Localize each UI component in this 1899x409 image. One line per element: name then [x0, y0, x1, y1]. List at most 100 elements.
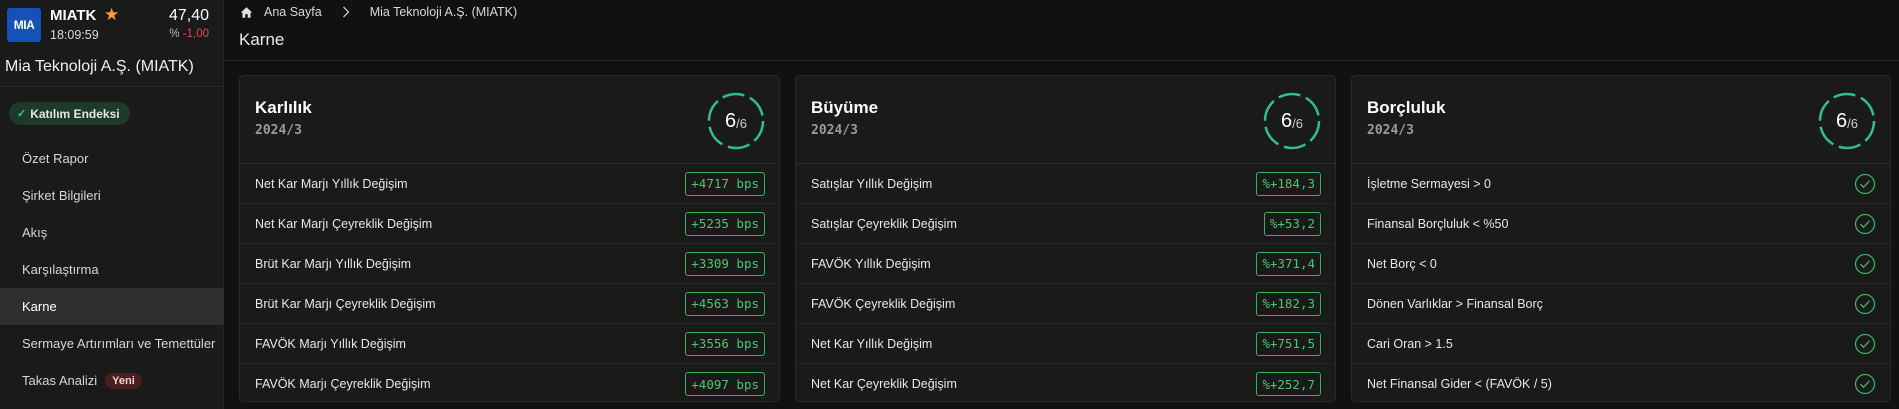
- metric-row: Net Kar Marjı Çeyreklik Değişim +5235 bps: [240, 204, 779, 244]
- metric-row: FAVÖK Marjı Yıllık Değişim +3556 bps: [240, 324, 779, 364]
- card-borcluluk: Borçluluk 2024/3 6/6 İşletme Sermayesi >…: [1351, 75, 1891, 402]
- metric-value: +4097 bps: [685, 372, 765, 396]
- metric-value: +4717 bps: [685, 171, 765, 196]
- metric-label: Net Kar Marjı Yıllık Değişim: [255, 176, 408, 191]
- sidebar: MIA MIATK ★ 18:09:59 47,40 % -1,00 Mia T…: [0, 0, 224, 409]
- check-circle-icon: [1854, 253, 1876, 274]
- score-ring: 6/6: [706, 91, 766, 151]
- criteria-row: Net Borç < 0: [1352, 244, 1890, 284]
- metric-value: %+371,4: [1256, 251, 1321, 276]
- sidebar-item-label: Karşılaştırma: [22, 262, 99, 277]
- criteria-row: İşletme Sermayesi > 0: [1352, 164, 1890, 204]
- metric-row: Net Kar Marjı Yıllık Değişim +4717 bps: [240, 164, 779, 204]
- last-update-time: 18:09:59: [50, 28, 99, 42]
- metric-row: Net Kar Çeyreklik Değişim %+252,7: [796, 364, 1335, 401]
- chevron-right-icon: [342, 6, 350, 18]
- metric-row: Brüt Kar Marjı Çeyreklik Değişim +4563 bp…: [240, 284, 779, 324]
- price-change: % -1,00: [169, 28, 209, 40]
- criteria-row: Net Finansal Gider < (FAVÖK / 5): [1352, 364, 1890, 401]
- home-icon[interactable]: [240, 6, 253, 19]
- metric-value: %+252,7: [1256, 372, 1321, 396]
- sidebar-item-takas-analizi[interactable]: Takas Analizi Yeni: [0, 362, 224, 399]
- metric-row: Satışlar Çeyreklik Değişim %+53,2: [796, 204, 1335, 244]
- card-buyume: Büyüme 2024/3 6/6 Satışlar Yıllık Değişi…: [795, 75, 1336, 402]
- sidebar-item-label: Akış: [22, 225, 48, 240]
- sidebar-menu: Özet Rapor Şirket Bilgileri Akış Karşıla…: [0, 140, 224, 399]
- new-badge: Yeni: [105, 372, 142, 389]
- criteria-label: İşletme Sermayesi > 0: [1367, 176, 1492, 191]
- ticker-symbol: MIATK: [50, 7, 97, 24]
- metric-row: Satışlar Yıllık Değişim %+184,3: [796, 164, 1335, 204]
- metric-value: %+53,2: [1263, 211, 1321, 236]
- metric-value: %+751,5: [1256, 331, 1321, 356]
- metric-label: Satışlar Yıllık Değişim: [811, 176, 933, 191]
- sidebar-item-label: Takas Analizi: [22, 373, 98, 388]
- metric-label: FAVÖK Marjı Yıllık Değişim: [255, 336, 406, 351]
- criteria-label: Finansal Borçluluk < %50: [1367, 216, 1509, 231]
- sidebar-divider: [0, 86, 224, 87]
- price-change-value: -1,00: [182, 28, 209, 40]
- katilim-label: Katılım Endeksi: [30, 106, 120, 121]
- ticker-header[interactable]: MIA MIATK ★ 18:09:59 47,40 % -1,00: [0, 0, 224, 48]
- metric-label: Net Kar Çeyreklik Değişim: [811, 377, 957, 391]
- metric-row: FAVÖK Yıllık Değişim %+371,4: [796, 244, 1335, 284]
- check-circle-icon: [1854, 173, 1876, 194]
- card-period: 2024/3: [255, 123, 302, 138]
- score-total: /6: [1847, 115, 1858, 131]
- score-ring: 6/6: [1262, 91, 1322, 151]
- card-title: Büyüme: [811, 98, 879, 117]
- metric-row: FAVÖK Marjı Çeyreklik Değişim +4097 bps: [240, 364, 779, 401]
- metric-row: FAVÖK Çeyreklik Değişim %+182,3: [796, 284, 1335, 324]
- card-title: Karlılık: [255, 98, 312, 117]
- sidebar-item-akis[interactable]: Akış: [0, 214, 224, 251]
- page-title: Karne: [239, 30, 285, 49]
- metric-label: Net Kar Marjı Çeyreklik Değişim: [255, 216, 433, 231]
- score-total: /6: [736, 115, 747, 131]
- metric-value: +3556 bps: [685, 331, 765, 356]
- criteria-row: Cari Oran > 1.5: [1352, 324, 1890, 364]
- last-price: 47,40: [168, 7, 209, 24]
- card-header: Büyüme 2024/3 6/6: [796, 76, 1335, 164]
- metric-value: +3309 bps: [685, 251, 765, 276]
- star-icon[interactable]: ★: [104, 5, 119, 25]
- card-title: Borçluluk: [1367, 98, 1446, 117]
- sidebar-item-ozet-rapor[interactable]: Özet Rapor: [0, 140, 224, 177]
- score-total: /6: [1292, 115, 1303, 131]
- sidebar-item-sermaye-artirimlari[interactable]: Sermaye Artırımları ve Temettüler: [0, 325, 224, 362]
- sidebar-item-sirket-bilgileri[interactable]: Şirket Bilgileri: [0, 177, 224, 214]
- metric-label: FAVÖK Marjı Çeyreklik Değişim: [255, 377, 431, 391]
- company-logo: MIA: [7, 8, 41, 42]
- breadcrumb: Ana Sayfa Mia Teknoloji A.Ş. (MIATK): [240, 4, 517, 20]
- check-circle-icon: [1854, 373, 1876, 395]
- metric-value: %+182,3: [1256, 291, 1321, 316]
- metric-label: Net Kar Yıllık Değişim: [811, 336, 933, 351]
- criteria-label: Net Borç < 0: [1367, 256, 1437, 271]
- metric-label: FAVÖK Çeyreklik Değişim: [811, 296, 956, 311]
- sidebar-item-karne[interactable]: Karne: [0, 288, 224, 325]
- card-period: 2024/3: [811, 123, 858, 138]
- metric-row: Brüt Kar Marjı Yıllık Değişim +3309 bps: [240, 244, 779, 284]
- criteria-row: Finansal Borçluluk < %50: [1352, 204, 1890, 244]
- breadcrumb-current[interactable]: Mia Teknoloji A.Ş. (MIATK): [370, 5, 518, 19]
- sidebar-item-label: Özet Rapor: [22, 151, 89, 166]
- score-ring: 6/6: [1817, 91, 1877, 151]
- sidebar-item-label: Karne: [22, 299, 57, 314]
- check-circle-icon: [1854, 213, 1876, 234]
- breadcrumb-home[interactable]: Ana Sayfa: [264, 5, 322, 19]
- metric-value: %+184,3: [1256, 171, 1321, 196]
- metric-value: +4563 bps: [685, 291, 765, 316]
- app-root: MIA MIATK ★ 18:09:59 47,40 % -1,00 Mia T…: [0, 0, 1899, 409]
- company-name: Mia Teknoloji A.Ş. (MIATK): [5, 58, 194, 75]
- sidebar-item-label: Şirket Bilgileri: [22, 188, 101, 203]
- metric-label: Satışlar Çeyreklik Değişim: [811, 216, 957, 231]
- metric-label: Brüt Kar Marjı Yıllık Değişim: [255, 256, 412, 271]
- card-karlilik: Karlılık 2024/3 6/6 Net Kar Marjı Yıllık…: [239, 75, 780, 402]
- card-header: Karlılık 2024/3 6/6: [240, 76, 779, 164]
- katilim-badge: ✓ Katılım Endeksi: [9, 102, 130, 125]
- criteria-label: Dönen Varlıklar > Finansal Borç: [1367, 296, 1543, 311]
- check-circle-icon: [1854, 293, 1876, 314]
- criteria-label: Cari Oran > 1.5: [1367, 336, 1453, 351]
- sidebar-item-karsilastirma[interactable]: Karşılaştırma: [0, 251, 224, 288]
- score-value: 6: [1836, 109, 1848, 132]
- metric-label: Brüt Kar Marjı Çeyreklik Değişim: [255, 296, 436, 311]
